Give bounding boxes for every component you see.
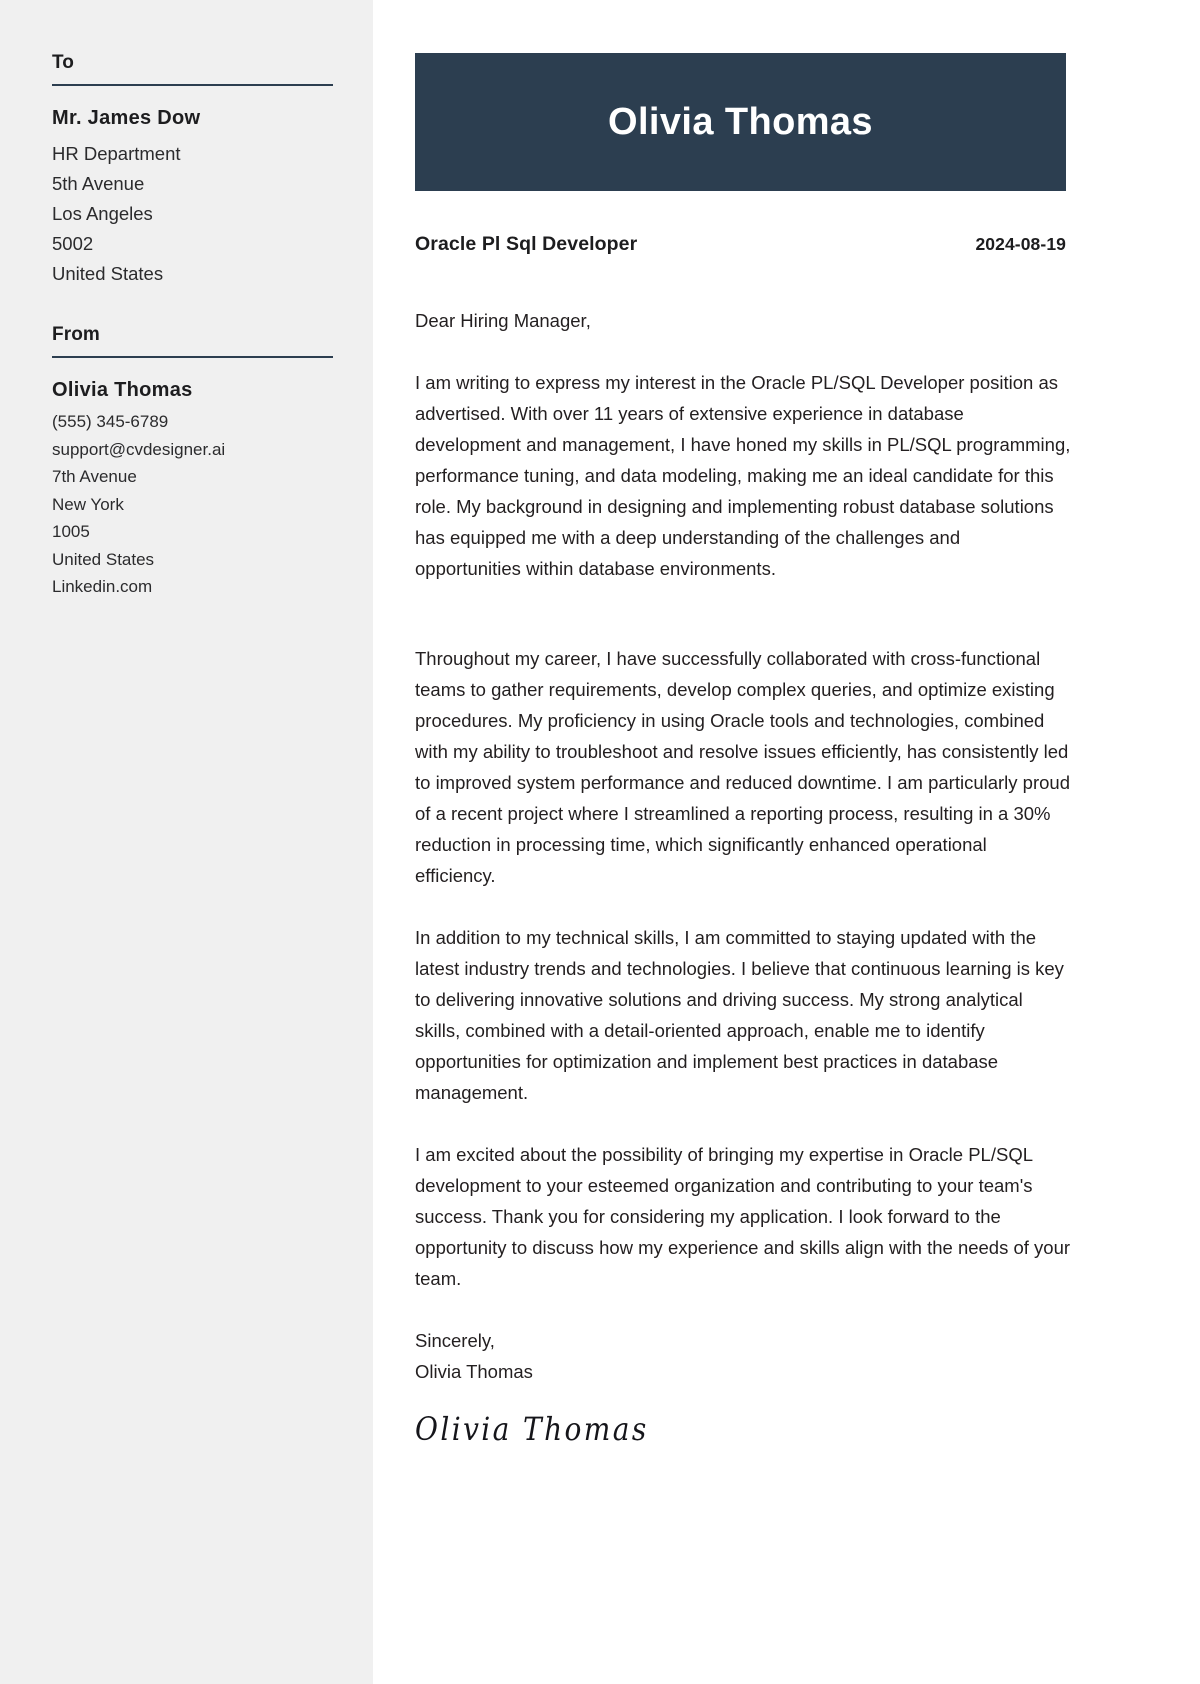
recipient-block: To Mr. James Dow HR Department 5th Avenu… [52,52,333,289]
closing-salutation: Sincerely, [415,1330,495,1351]
from-heading: From [52,324,100,345]
closing-name: Olivia Thomas [415,1361,533,1382]
sender-name: Olivia Thomas [52,379,193,401]
to-divider [52,84,333,86]
from-divider [52,356,333,358]
sender-address-line: 7th Avenue [52,467,137,486]
sender-linkedin: Linkedin.com [52,577,153,596]
letter-body: Dear Hiring Manager, I am writing to exp… [415,305,1071,1448]
letter-page: Olivia Thomas Oracle Pl Sql Developer 20… [373,0,1200,1684]
to-heading: To [52,52,75,73]
letter-meta-row: Oracle Pl Sql Developer 2024-08-19 [415,233,1066,256]
contact-sidebar: To Mr. James Dow HR Department 5th Avenu… [0,0,373,1684]
handwritten-signature: Olivia Thomas [415,1411,649,1448]
body-paragraph: In addition to my technical skills, I am… [415,927,1064,1103]
recipient-address-line: United States [52,263,164,284]
sender-block: From Olivia Thomas (555) 345-6789 suppor… [52,324,333,601]
recipient-address-line: Los Angeles [52,203,153,224]
sender-phone: (555) 345-6789 [52,412,169,431]
recipient-address-line: HR Department [52,143,181,164]
recipient-address-line: 5th Avenue [52,173,145,194]
job-title: Oracle Pl Sql Developer [415,233,638,255]
sender-address-line: 1005 [52,522,90,541]
body-paragraph: I am writing to express my interest in t… [415,372,1071,579]
recipient-name: Mr. James Dow [52,107,201,129]
sender-email: support@cvdesigner.ai [52,439,226,459]
name-banner: Olivia Thomas [415,53,1066,191]
salutation: Dear Hiring Manager, [415,310,591,331]
applicant-name: Olivia Thomas [608,100,873,143]
recipient-address-line: 5002 [52,233,94,254]
sender-address-line: New York [52,494,124,514]
sender-address-line: United States [52,549,155,569]
letter-date: 2024-08-19 [975,234,1066,254]
body-paragraph: Throughout my career, I have successfull… [415,648,1070,886]
body-paragraph: I am excited about the possibility of br… [415,1144,1071,1289]
